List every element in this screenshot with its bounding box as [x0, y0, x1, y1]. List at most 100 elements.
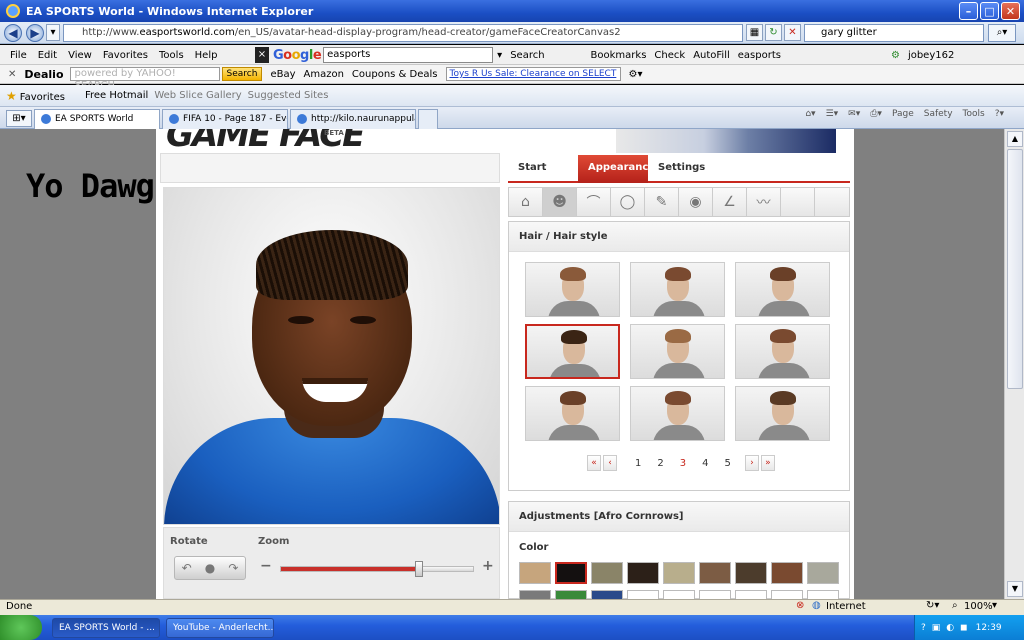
scroll-down-icon[interactable]: ▼: [1007, 581, 1023, 597]
maximize-button[interactable]: □: [980, 2, 999, 20]
google-search-button[interactable]: Search: [510, 50, 544, 61]
task-ea-sports[interactable]: EA SPORTS World - ...: [52, 618, 160, 638]
mail-icon[interactable]: ✉▾: [848, 109, 860, 119]
google-dropdown-icon[interactable]: ▾: [497, 50, 502, 61]
yahoo-search-button[interactable]: Search: [221, 67, 263, 81]
page-5[interactable]: 5: [725, 458, 731, 469]
color-swatch[interactable]: [591, 562, 623, 584]
fav-suggested-sites[interactable]: Suggested Sites: [248, 90, 329, 101]
task-youtube[interactable]: YouTube - Anderlecht...: [166, 618, 274, 638]
print-icon[interactable]: ⎙▾: [870, 109, 882, 119]
color-swatch[interactable]: [555, 562, 587, 584]
eyebrows-category-icon[interactable]: ⌒: [577, 188, 611, 216]
menu-favorites[interactable]: Favorites: [103, 50, 148, 61]
zoom-dropdown-icon[interactable]: ▾: [992, 600, 997, 611]
hair-style-thumb[interactable]: [525, 324, 620, 379]
color-swatch[interactable]: [663, 590, 695, 599]
eye-category-icon[interactable]: ◉: [679, 188, 713, 216]
skin-category-icon[interactable]: ✎: [645, 188, 679, 216]
help-tray-icon[interactable]: ?: [921, 623, 926, 633]
help-icon[interactable]: ?▾: [995, 109, 1004, 119]
new-tab-button[interactable]: [418, 109, 438, 129]
color-swatch[interactable]: [699, 562, 731, 584]
color-swatch[interactable]: [519, 590, 551, 599]
home-icon[interactable]: ⌂▾: [805, 109, 815, 119]
search-go-icon[interactable]: ⌕▾: [988, 24, 1016, 42]
ebay-link[interactable]: eBay: [270, 69, 295, 80]
refresh-icon[interactable]: ↻: [765, 24, 782, 41]
network-tray-icon[interactable]: ▣: [932, 623, 941, 633]
forward-button[interactable]: ▶: [26, 24, 44, 42]
start-button[interactable]: [0, 615, 42, 640]
hair-style-thumb[interactable]: [525, 386, 620, 441]
volume-tray-icon[interactable]: ◐: [946, 623, 954, 633]
zoom-in-icon[interactable]: +: [482, 558, 494, 574]
rotate-left-icon[interactable]: ↶: [182, 561, 192, 575]
scroll-up-icon[interactable]: ▲: [1007, 131, 1023, 147]
last-page-button[interactable]: »: [760, 455, 775, 471]
color-swatch[interactable]: [807, 562, 839, 584]
menu-tools[interactable]: Tools: [159, 50, 184, 61]
tab-fifa[interactable]: FIFA 10 - Page 187 - Evo-W...: [162, 109, 288, 129]
feeds-icon[interactable]: ☰▾: [826, 109, 839, 119]
hair-style-thumb[interactable]: [630, 324, 725, 379]
zoom-icon[interactable]: ⌕: [952, 600, 958, 611]
tab-kilo[interactable]: http://kilo.naurunappula.com...: [290, 109, 416, 129]
google-close-icon[interactable]: ×: [255, 47, 269, 63]
color-swatch[interactable]: [627, 562, 659, 584]
color-swatch[interactable]: [699, 590, 731, 599]
page-3[interactable]: 3: [680, 458, 686, 469]
first-page-button[interactable]: «: [587, 455, 601, 471]
fav-web-slice[interactable]: Web Slice Gallery: [154, 90, 241, 101]
address-input[interactable]: http://www.easportsworld.com/en_US/avata…: [63, 24, 743, 42]
zoom-slider[interactable]: [280, 561, 474, 577]
color-swatch[interactable]: [771, 562, 803, 584]
wrench-icon[interactable]: ⚙: [891, 50, 900, 61]
vertical-scrollbar[interactable]: ▲ ▼: [1004, 129, 1024, 599]
close-button[interactable]: ✕: [1001, 2, 1020, 20]
blocked-icon[interactable]: ⊗: [796, 600, 804, 611]
face-shape-category-icon[interactable]: ◯: [611, 188, 645, 216]
settings-gear-icon[interactable]: ⚙▾: [629, 69, 643, 80]
page-menu[interactable]: Page: [892, 109, 914, 119]
nose-category-icon[interactable]: ∠: [713, 188, 747, 216]
hair-style-thumb[interactable]: [630, 386, 725, 441]
back-button[interactable]: ◀: [4, 24, 22, 42]
page-4[interactable]: 4: [702, 458, 708, 469]
page-1[interactable]: 1: [635, 458, 641, 469]
home-category-icon[interactable]: ⌂: [509, 188, 543, 216]
tab-appearance[interactable]: Appearance: [578, 155, 655, 183]
favorites-button[interactable]: ★ Favorites: [6, 89, 65, 103]
rotate-reset-icon[interactable]: ●: [205, 561, 215, 575]
scroll-thumb[interactable]: [1007, 149, 1023, 389]
menu-view[interactable]: View: [68, 50, 92, 61]
color-swatch[interactable]: [555, 590, 587, 599]
easports-bookmark[interactable]: easports: [738, 50, 781, 61]
security-tray-icon[interactable]: ◼: [960, 623, 967, 633]
avatar-preview[interactable]: [163, 187, 500, 525]
menu-help[interactable]: Help: [195, 50, 218, 61]
tab-settings[interactable]: Settings: [648, 155, 715, 183]
hair-style-thumb[interactable]: [630, 262, 725, 317]
zoom-out-icon[interactable]: −: [260, 558, 272, 574]
tools-menu[interactable]: Tools: [963, 109, 985, 119]
color-swatch[interactable]: [591, 590, 623, 599]
hair-style-thumb[interactable]: [735, 262, 830, 317]
hair-category-icon[interactable]: ☻: [543, 188, 577, 216]
safety-menu[interactable]: Safety: [924, 109, 953, 119]
check-button[interactable]: Check: [654, 50, 685, 61]
hair-style-thumb[interactable]: [735, 386, 830, 441]
toys-deal-dropdown[interactable]: Toys R Us Sale: Clearance on SELECT: [445, 67, 621, 81]
amazon-link[interactable]: Amazon: [304, 69, 344, 80]
zoom-level[interactable]: 100%: [964, 601, 993, 612]
page-2[interactable]: 2: [657, 458, 663, 469]
yahoo-search-input[interactable]: powered by YAHOO! SEARCH: [69, 67, 220, 91]
history-dropdown[interactable]: ▾: [46, 24, 60, 41]
dealio-close-icon[interactable]: ✕: [8, 69, 16, 80]
tab-start[interactable]: Start: [508, 155, 556, 183]
color-swatch[interactable]: [663, 562, 695, 584]
search-input[interactable]: gary glitter: [804, 24, 984, 42]
mouth-category-icon[interactable]: 〰: [747, 188, 781, 216]
color-swatch[interactable]: [627, 590, 659, 599]
color-swatch[interactable]: [735, 562, 767, 584]
